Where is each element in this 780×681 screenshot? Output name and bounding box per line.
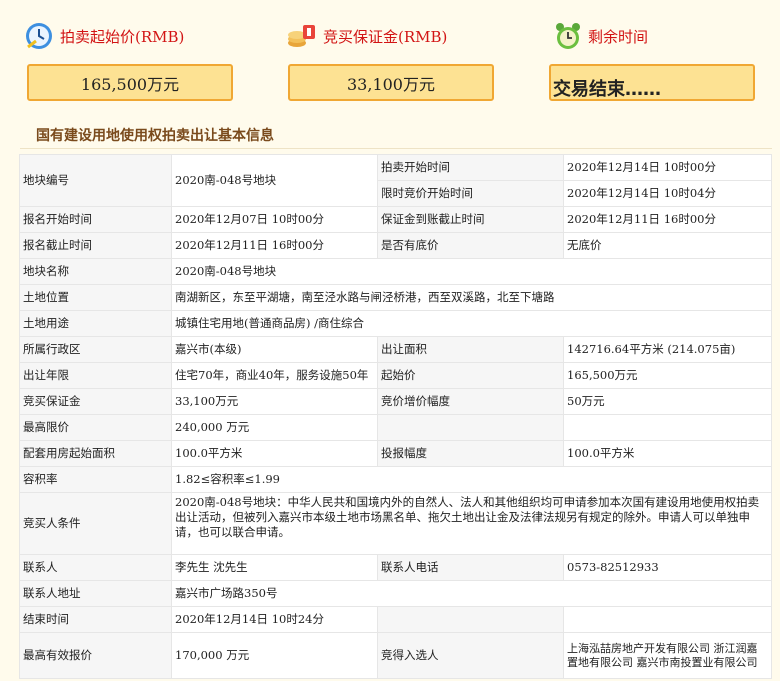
deposit-label: 竞买保证金(RMB) <box>323 27 448 46</box>
top-bid-label: 最高有效报价 <box>19 632 172 679</box>
name-label: 地块名称 <box>19 258 172 285</box>
usage-value: 城镇住宅用地(普通商品房) /商住综合 <box>171 310 772 337</box>
alarm-clock-icon <box>554 21 582 51</box>
deposit-row-value: 33,100万元 <box>171 388 378 415</box>
housing-inc-label: 投报幅度 <box>377 440 564 467</box>
section-title: 国有建设用地使用权拍卖出让基本信息 <box>36 128 274 144</box>
remaining-value: 交易结束…… <box>553 78 661 100</box>
term-value: 住宅70年，商业40年，服务设施50年 <box>171 362 378 389</box>
location-label: 土地位置 <box>19 284 172 311</box>
table-row: 配套用房起始面积 100.0平方米 投报幅度 100.0平方米 <box>19 440 772 467</box>
end-time-value: 2020年12月14日 10时24分 <box>171 606 378 633</box>
deposit-box: 33,100万元 <box>288 64 494 101</box>
table-row: 所属行政区 嘉兴市(本级) 出让面积 142716.64平方米 (214.075… <box>19 336 772 363</box>
table-row: 地块名称 2020南-048号地块 <box>19 258 772 285</box>
deposit-deadline-value: 2020年12月11日 16时00分 <box>563 206 772 233</box>
start-price-row-value: 165,500万元 <box>563 362 772 389</box>
remaining-label: 剩余时间 <box>588 27 649 46</box>
start-price-label: 拍卖起始价(RMB) <box>60 27 185 46</box>
table-row: 竞买保证金 33,100万元 竞价增价幅度 50万元 <box>19 388 772 415</box>
divider <box>20 148 772 149</box>
table-row: 报名截止时间 2020年12月11日 16时00分 是否有底价 无底价 <box>19 232 772 259</box>
table-row: 地块编号 2020南-048号地块 拍卖开始时间 2020年12月14日 10时… <box>19 154 772 207</box>
phone-label: 联系人电话 <box>377 554 564 581</box>
housing-inc-value: 100.0平方米 <box>563 440 772 467</box>
contact-value: 李先生 沈先生 <box>171 554 378 581</box>
empty-cell <box>563 414 772 441</box>
lot-no-label: 地块编号 <box>19 154 172 207</box>
max-price-value: 240,000 万元 <box>171 414 378 441</box>
reserve-label: 是否有底价 <box>377 232 564 259</box>
housing-area-label: 配套用房起始面积 <box>19 440 172 467</box>
housing-area-value: 100.0平方米 <box>171 440 378 467</box>
table-row: 联系人 李先生 沈先生 联系人电话 0573-82512933 <box>19 554 772 581</box>
table-row: 联系人地址 嘉兴市广场路350号 <box>19 580 772 607</box>
area-label: 出让面积 <box>377 336 564 363</box>
deposit-value: 33,100万元 <box>347 74 435 94</box>
land-info-table: 地块编号 2020南-048号地块 拍卖开始时间 2020年12月14日 10时… <box>19 154 772 679</box>
table-row: 最高有效报价 170,000 万元 竞得入选人 上海泓喆房地产开发有限公司 浙江… <box>19 632 772 679</box>
start-price-value: 165,500万元 <box>80 74 180 94</box>
table-row: 出让年限 住宅70年，商业40年，服务设施50年 起始价 165,500万元 <box>19 362 772 389</box>
winner-label: 竞得入选人 <box>377 632 564 679</box>
term-label: 出让年限 <box>19 362 172 389</box>
auction-start-label: 拍卖开始时间 <box>377 154 564 181</box>
reg-start-label: 报名开始时间 <box>19 206 172 233</box>
reg-start-value: 2020年12月07日 10时00分 <box>171 206 378 233</box>
far-label: 容积率 <box>19 466 172 493</box>
conditions-value: 2020南-048号地块：中华人民共和国境内外的自然人、法人和其他组织均可申请参… <box>171 492 772 555</box>
table-row: 最高限价 240,000 万元 <box>19 414 772 441</box>
table-row: 报名开始时间 2020年12月07日 10时00分 保证金到账截止时间 2020… <box>19 206 772 233</box>
conditions-label: 竞买人条件 <box>19 492 172 555</box>
reg-end-value: 2020年12月11日 16时00分 <box>171 232 378 259</box>
address-label: 联系人地址 <box>19 580 172 607</box>
increment-value: 50万元 <box>563 388 772 415</box>
max-price-label: 最高限价 <box>19 414 172 441</box>
table-row: 容积率 1.82≤容积率≤1.99 <box>19 466 772 493</box>
address-value: 嘉兴市广场路350号 <box>171 580 772 607</box>
timed-start-label: 限时竞价开始时间 <box>377 180 564 207</box>
reserve-value: 无底价 <box>563 232 772 259</box>
location-value: 南湖新区，东至平湖塘，南至泾水路与闸泾桥港，西至双溪路，北至下塘路 <box>171 284 772 311</box>
empty-cell <box>563 606 772 633</box>
remaining-header: 剩余时间 <box>554 18 648 54</box>
empty-cell <box>377 414 564 441</box>
end-time-label: 结束时间 <box>19 606 172 633</box>
name-value: 2020南-048号地块 <box>171 258 772 285</box>
increment-label: 竞价增价幅度 <box>377 388 564 415</box>
table-row: 竞买人条件 2020南-048号地块：中华人民共和国境内外的自然人、法人和其他组… <box>19 492 772 555</box>
far-value: 1.82≤容积率≤1.99 <box>171 466 772 493</box>
area-value: 142716.64平方米 (214.075亩) <box>563 336 772 363</box>
district-label: 所属行政区 <box>19 336 172 363</box>
table-row: 结束时间 2020年12月14日 10时24分 <box>19 606 772 633</box>
reg-end-label: 报名截止时间 <box>19 232 172 259</box>
lot-no-value: 2020南-048号地块 <box>171 154 378 207</box>
deposit-row-label: 竞买保证金 <box>19 388 172 415</box>
start-price-box: 165,500万元 <box>27 64 233 101</box>
auction-start-value: 2020年12月14日 10时00分 <box>563 154 772 181</box>
start-price-header: 拍卖起始价(RMB) <box>24 18 184 54</box>
table-row: 土地位置 南湖新区，东至平湖塘，南至泾水路与闸泾桥港，西至双溪路，北至下塘路 <box>19 284 772 311</box>
start-price-row-label: 起始价 <box>377 362 564 389</box>
table-row: 土地用途 城镇住宅用地(普通商品房) /商住综合 <box>19 310 772 337</box>
contact-label: 联系人 <box>19 554 172 581</box>
deposit-deadline-label: 保证金到账截止时间 <box>377 206 564 233</box>
deposit-header: 竞买保证金(RMB) <box>285 18 447 54</box>
district-value: 嘉兴市(本级) <box>171 336 378 363</box>
phone-value: 0573-82512933 <box>563 554 772 581</box>
clock-icon <box>24 21 54 51</box>
remaining-box: 交易结束…… <box>549 64 755 101</box>
usage-label: 土地用途 <box>19 310 172 337</box>
winner-value: 上海泓喆房地产开发有限公司 浙江润嘉置地有限公司 嘉兴市南投置业有限公司 <box>563 632 772 679</box>
timed-start-value: 2020年12月14日 10时04分 <box>563 180 772 207</box>
coins-icon <box>285 21 317 51</box>
auction-summary-bar: 拍卖起始价(RMB) 165,500万元 竞买保证金(RMB) 33,100万元 <box>0 0 780 120</box>
top-bid-value: 170,000 万元 <box>171 632 378 679</box>
empty-cell <box>377 606 564 633</box>
